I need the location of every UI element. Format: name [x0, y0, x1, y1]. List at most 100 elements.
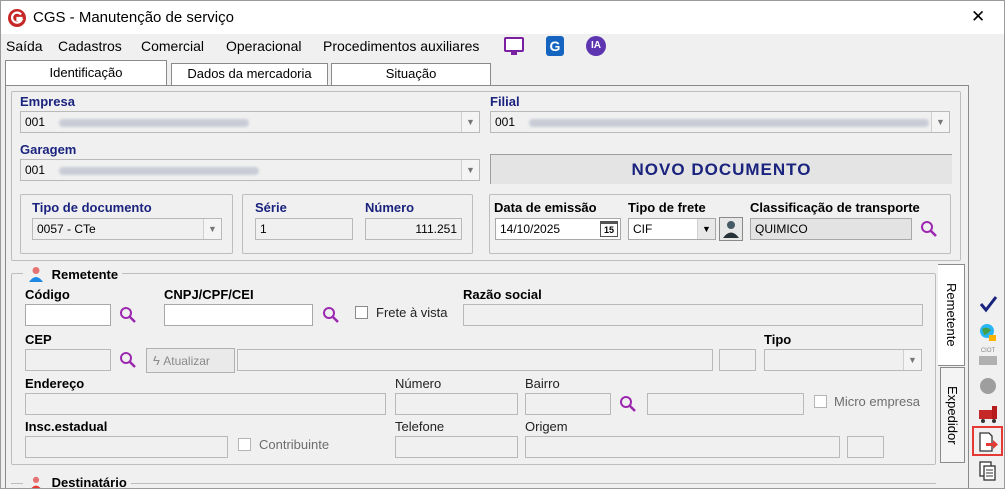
search-icon[interactable] — [619, 395, 637, 413]
remetente-header: Remetente — [23, 265, 123, 283]
numero-endereco-field[interactable] — [395, 393, 518, 415]
export-button[interactable] — [972, 426, 1003, 456]
classificacao-field[interactable]: QUIMICO — [750, 218, 912, 240]
insc-estadual-field[interactable] — [25, 436, 228, 458]
copy-documents-icon[interactable] — [977, 460, 999, 482]
razao-social-label: Razão social — [463, 287, 542, 302]
atualizar-button[interactable]: ϟ Atualizar — [146, 348, 235, 373]
data-emissao-value: 14/10/2025 — [500, 222, 561, 236]
chevron-down-icon: ▼ — [461, 160, 479, 180]
serie-label: Série — [255, 200, 287, 215]
globe-refresh-icon[interactable] — [977, 321, 999, 343]
ia-icon[interactable]: IA — [586, 36, 606, 56]
menu-procedimentos-auxiliares[interactable]: Procedimentos auxiliares — [323, 38, 479, 54]
endereco-label: Endereço — [25, 376, 85, 391]
chevron-down-icon: ▼ — [697, 219, 715, 239]
search-icon[interactable] — [920, 220, 938, 238]
numero-label: Número — [365, 200, 415, 215]
destinatario-title: Destinatário — [51, 475, 127, 489]
codigo-label: Código — [25, 287, 70, 302]
tipo-documento-label: Tipo de documento — [32, 200, 152, 215]
destinatario-border — [11, 483, 936, 484]
numero-label: Número — [395, 376, 442, 391]
data-emissao-label: Data de emissão — [494, 200, 597, 215]
insc-estadual-label: Insc.estadual — [25, 419, 108, 434]
bairro-field[interactable] — [525, 393, 611, 415]
menu-comercial[interactable]: Comercial — [141, 38, 204, 54]
menu-cadastros[interactable]: Cadastros — [58, 38, 122, 54]
tipo-select[interactable]: ▼ — [764, 349, 922, 371]
menu-saida[interactable]: Saída — [6, 38, 43, 54]
garagem-value: 001 — [25, 163, 46, 177]
micro-empresa-checkbox[interactable] — [814, 395, 827, 408]
destinatario-header: Destinatário — [23, 475, 131, 489]
data-emissao-field[interactable]: 14/10/2025 15 — [495, 218, 621, 240]
search-icon[interactable] — [322, 306, 340, 324]
side-tab-expedidor[interactable]: Expedidor — [940, 367, 965, 463]
truck-icon[interactable] — [977, 402, 999, 424]
tipo-documento-select[interactable]: 0057 - CTe ▼ — [32, 218, 222, 240]
search-icon[interactable] — [119, 306, 137, 324]
frete-vista-label: Frete à vista — [376, 305, 448, 320]
garagem-select[interactable]: 001 ▼ — [20, 159, 480, 181]
cep-city-field[interactable] — [237, 349, 713, 371]
chevron-down-icon: ▼ — [203, 219, 221, 239]
endereco-field[interactable] — [25, 393, 386, 415]
search-icon[interactable] — [119, 351, 137, 369]
origem-label: Origem — [525, 419, 568, 434]
close-button[interactable]: ✕ — [971, 7, 985, 27]
codigo-field[interactable] — [25, 304, 111, 326]
window-title: CGS - Manutenção de serviço — [33, 9, 234, 26]
cnpj-label: CNPJ/CPF/CEI — [164, 287, 254, 302]
person-lookup-button[interactable] — [719, 217, 743, 241]
filial-select[interactable]: 001 ▼ — [490, 111, 950, 133]
ciot-icon[interactable]: CIOT — [977, 348, 999, 366]
cnpj-field[interactable] — [164, 304, 313, 326]
garagem-label: Garagem — [20, 142, 77, 157]
contribuinte-checkbox[interactable] — [238, 438, 251, 451]
remetente-title: Remetente — [51, 266, 119, 282]
micro-empresa-label: Micro empresa — [834, 394, 920, 409]
classificacao-label: Classificação de transporte — [750, 200, 920, 215]
status-label: NOVO DOCUMENTO — [490, 154, 952, 184]
frete-vista-checkbox[interactable] — [355, 306, 368, 319]
telefone-field[interactable] — [395, 436, 518, 458]
bairro-label: Bairro — [525, 376, 560, 391]
razao-social-field[interactable] — [463, 304, 923, 326]
tab-dados-mercadoria[interactable]: Dados da mercadoria — [171, 63, 328, 85]
tipo-frete-label: Tipo de frete — [628, 200, 706, 215]
origem-field[interactable] — [525, 436, 840, 458]
bairro-name-field[interactable] — [647, 393, 804, 415]
ciot-label: CIOT — [980, 348, 996, 354]
cep-field[interactable] — [25, 349, 111, 371]
empresa-value: 001 — [25, 115, 46, 129]
empresa-label: Empresa — [20, 94, 75, 109]
empresa-select[interactable]: 001 ▼ — [20, 111, 480, 133]
tipo-frete-value: CIF — [633, 222, 653, 236]
tipo-frete-select[interactable]: CIF ▼ — [628, 218, 716, 240]
tipo-documento-value: 0057 - CTe — [37, 222, 96, 236]
person-icon — [31, 476, 41, 488]
origem-uf-field[interactable] — [847, 436, 884, 458]
menu-bar: Saída Cadastros Comercial Operacional Pr… — [1, 34, 1004, 60]
numero-field[interactable]: 111.251 — [365, 218, 462, 240]
calendar-icon[interactable]: 15 — [600, 221, 618, 237]
uf-field[interactable] — [719, 349, 756, 371]
monitor-icon[interactable] — [504, 37, 524, 56]
side-tab-remetente[interactable]: Remetente — [938, 264, 965, 366]
serie-field[interactable]: 1 — [255, 218, 353, 240]
chevron-down-icon: ▼ — [903, 350, 921, 370]
g-app-icon[interactable]: G — [546, 36, 564, 56]
chevron-down-icon: ▼ — [931, 112, 949, 132]
tab-situacao[interactable]: Situação — [331, 63, 491, 85]
filial-label: Filial — [490, 94, 520, 109]
lightning-icon: ϟ — [153, 353, 160, 368]
circle-icon[interactable] — [977, 375, 999, 397]
filial-value: 001 — [495, 115, 516, 129]
telefone-label: Telefone — [395, 419, 445, 434]
check-icon[interactable] — [977, 293, 999, 315]
contribuinte-label: Contribuinte — [259, 437, 330, 452]
menu-operacional[interactable]: Operacional — [226, 38, 302, 54]
tab-identificacao[interactable]: Identificação — [5, 60, 167, 85]
cep-label: CEP — [25, 332, 52, 347]
